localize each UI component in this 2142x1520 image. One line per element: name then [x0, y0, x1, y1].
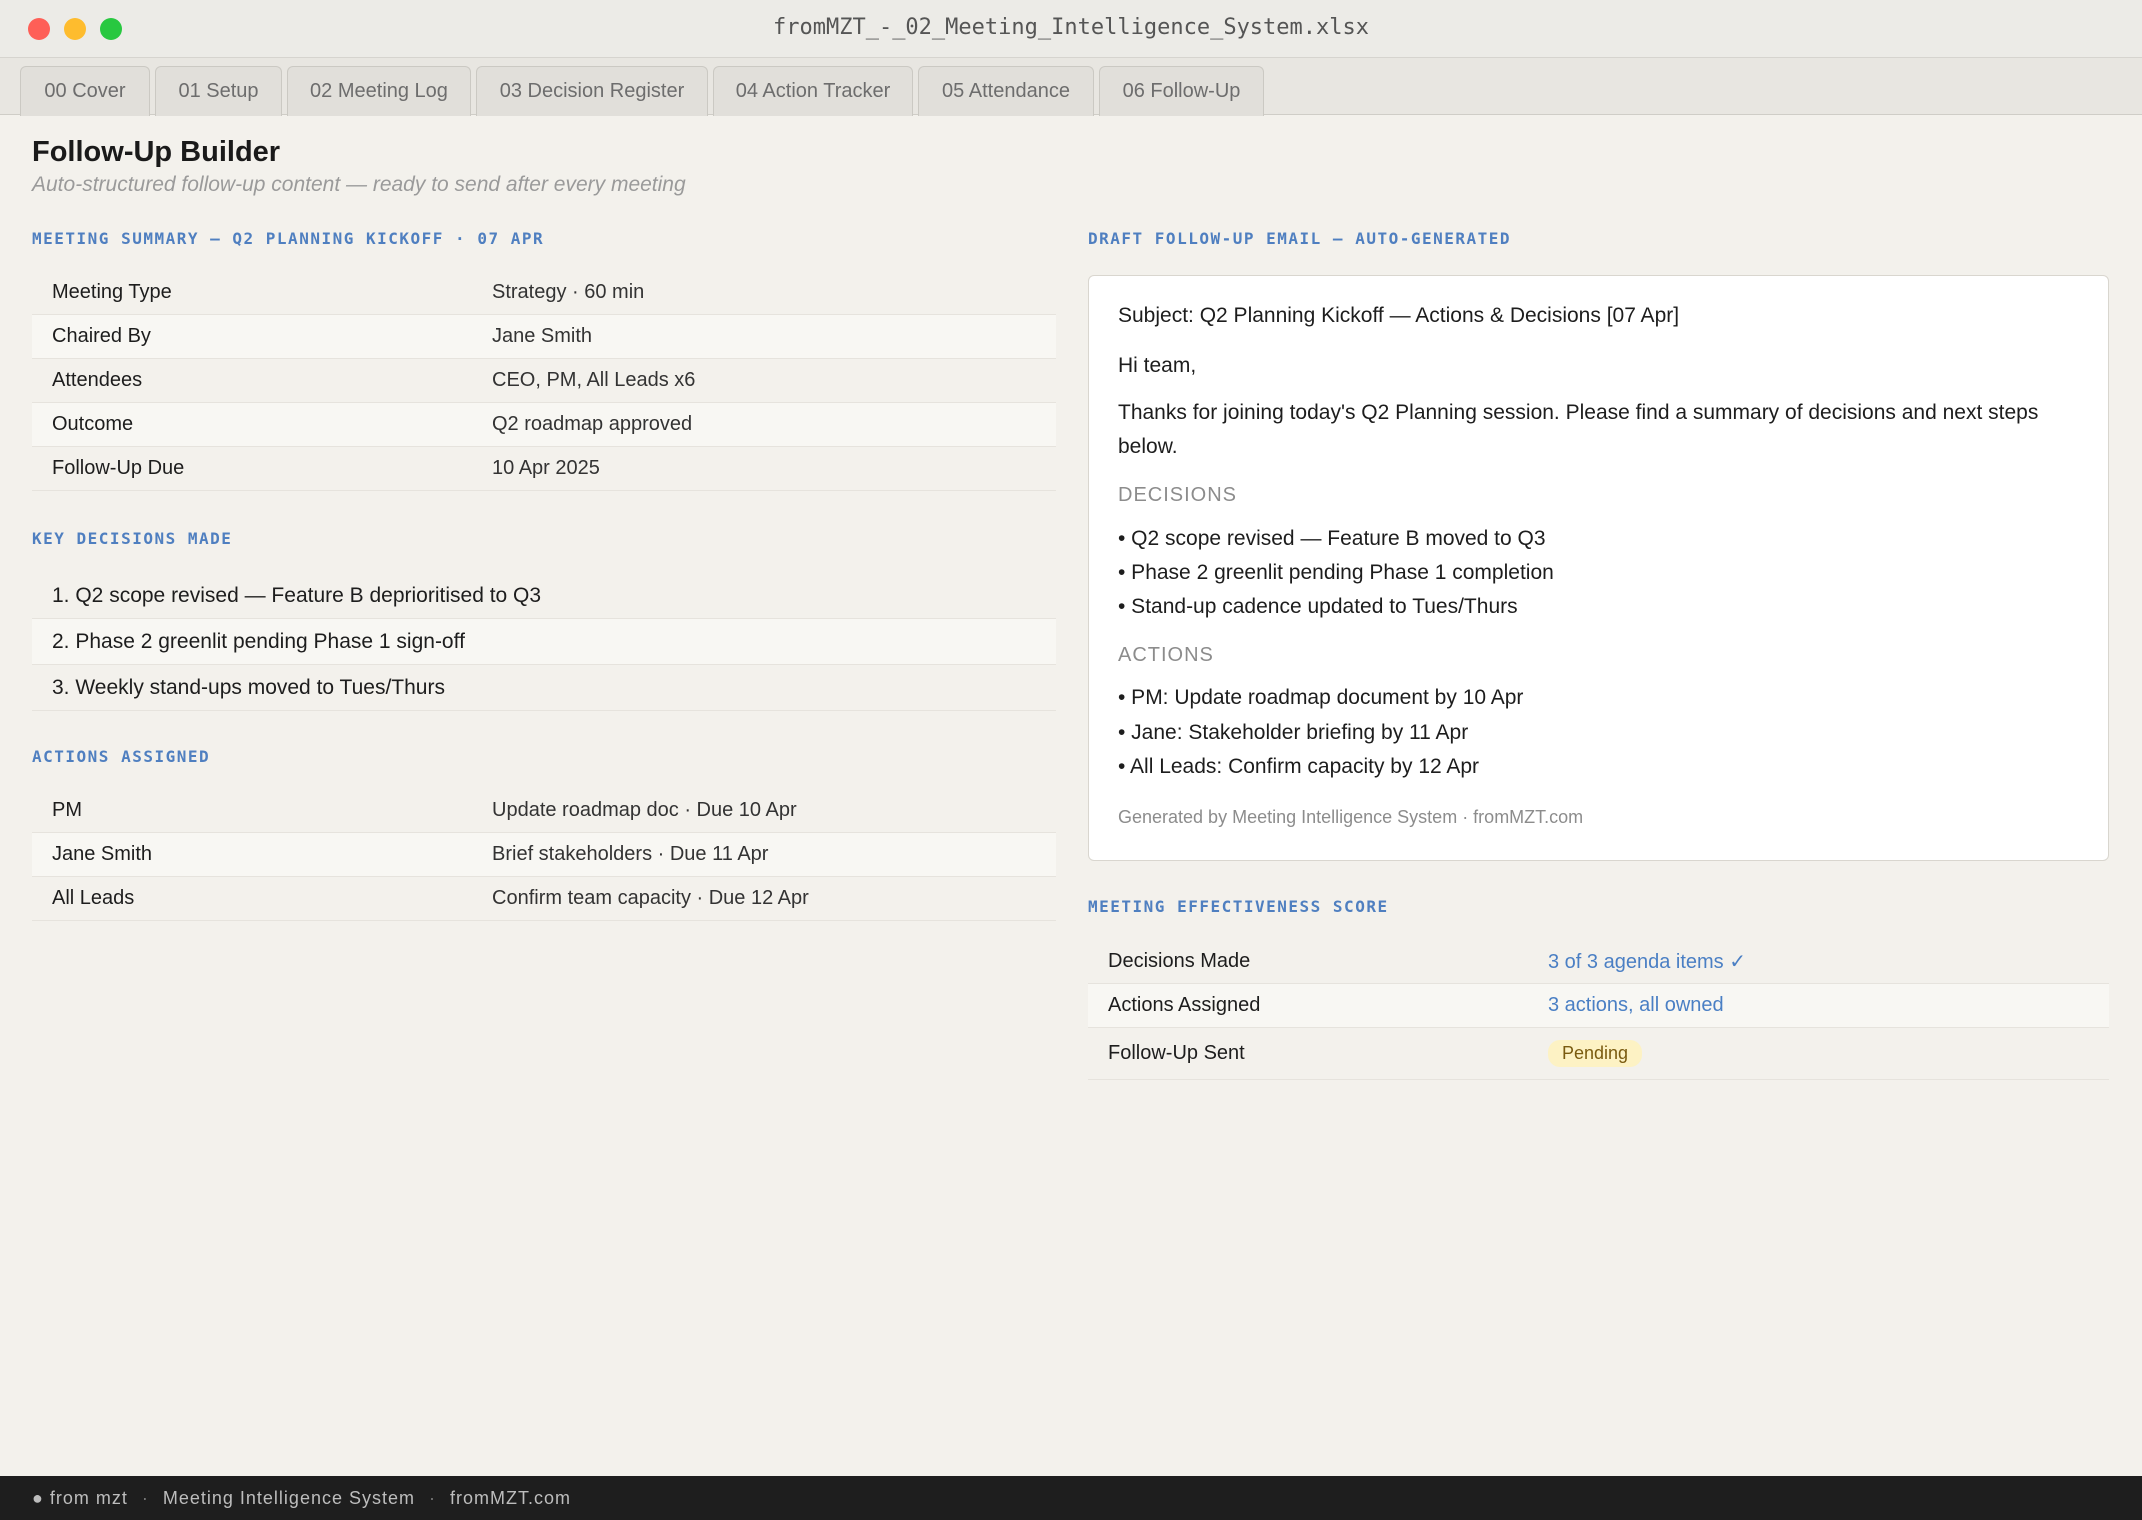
actions-assigned-heading: ACTIONS ASSIGNED	[32, 747, 211, 766]
row-label: Chaired By	[52, 325, 151, 347]
actions-assigned-table: PM Update roadmap doc · Due 10 Apr Jane …	[32, 789, 1056, 921]
row-label: Attendees	[52, 369, 143, 391]
row-value: Q2 roadmap approved	[492, 413, 693, 435]
list-item: 2. Phase 2 greenlit pending Phase 1 sign…	[32, 619, 1056, 665]
title-bar: fromMZT_-_02_Meeting_Intelligence_System…	[0, 0, 2142, 58]
email-actions-label: ACTIONS	[1118, 644, 1214, 666]
sheet-tab-bar: 00 Cover 01 Setup 02 Meeting Log 03 Deci…	[0, 58, 2142, 116]
draft-email-card[interactable]: Subject: Q2 Planning Kickoff — Actions &…	[1088, 275, 2109, 861]
row-value: CEO, PM, All Leads x6	[492, 369, 696, 391]
email-decisions-label: DECISIONS	[1118, 484, 1238, 506]
table-row: Outcome Q2 roadmap approved	[32, 403, 1056, 447]
email-decision-item: • Q2 scope revised — Feature B moved to …	[1118, 527, 1546, 550]
footer-brand: from mzt	[49, 1487, 128, 1508]
page-subtitle: Auto-structured follow-up content — read…	[32, 173, 686, 196]
email-decision-item: • Phase 2 greenlit pending Phase 1 compl…	[1118, 561, 1554, 584]
email-action-item: • PM: Update roadmap document by 10 Apr	[1118, 686, 1524, 709]
row-value: 3 of 3 agenda items ✓	[1548, 951, 1746, 973]
effectiveness-score-heading: MEETING EFFECTIVENESS SCORE	[1088, 897, 1389, 916]
table-row: Follow-Up Due 10 Apr 2025	[32, 447, 1056, 491]
list-item: 1. Q2 scope revised — Feature B depriori…	[32, 573, 1056, 619]
row-label: All Leads	[52, 887, 135, 909]
table-row: Chaired By Jane Smith	[32, 315, 1056, 359]
row-value: Jane Smith	[492, 325, 593, 347]
row-value: Update roadmap doc · Due 10 Apr	[492, 799, 797, 821]
window-title: fromMZT_-_02_Meeting_Intelligence_System…	[772, 15, 1370, 40]
meeting-summary-table: Meeting Type Strategy · 60 min Chaired B…	[32, 271, 1056, 491]
table-row: PM Update roadmap doc · Due 10 Apr	[32, 789, 1056, 833]
table-row: All Leads Confirm team capacity · Due 12…	[32, 877, 1056, 921]
meeting-summary-heading: MEETING SUMMARY — Q2 PLANNING KICKOFF · …	[32, 229, 545, 248]
status-badge: Pending	[1548, 1040, 1643, 1067]
email-greeting: Hi team,	[1118, 354, 1197, 377]
tab-04-action-tracker[interactable]: 04 Action Tracker	[713, 66, 913, 116]
row-label: Decisions Made	[1108, 950, 1251, 972]
email-body: Thanks for joining today's Q2 Planning s…	[1118, 401, 2039, 458]
draft-email-heading: DRAFT FOLLOW-UP EMAIL — AUTO-GENERATED	[1088, 229, 1512, 248]
key-decisions-heading: KEY DECISIONS MADE	[32, 529, 233, 548]
email-action-item: • Jane: Stakeholder briefing by 11 Apr	[1118, 721, 1469, 744]
tab-00-cover[interactable]: 00 Cover	[20, 66, 150, 116]
row-label: Outcome	[52, 413, 134, 435]
row-value: Brief stakeholders · Due 11 Apr	[492, 843, 769, 865]
email-action-item: • All Leads: Confirm capacity by 12 Apr	[1118, 755, 1480, 778]
key-decisions-list: 1. Q2 scope revised — Feature B depriori…	[32, 573, 1056, 711]
row-value: 3 actions, all owned	[1548, 994, 1724, 1016]
separator: ·	[141, 1487, 149, 1508]
separator: ·	[429, 1487, 436, 1508]
row-value: 10 Apr 2025	[492, 457, 600, 479]
row-value: Strategy · 60 min	[492, 281, 645, 303]
table-row: Meeting Type Strategy · 60 min	[32, 271, 1056, 315]
tab-02-meeting-log[interactable]: 02 Meeting Log	[287, 66, 471, 116]
email-subject: Subject: Q2 Planning Kickoff — Actions &…	[1118, 304, 1680, 327]
footer-bar: ● from mzt · Meeting Intelligence System…	[0, 1476, 2142, 1520]
table-row: Actions Assigned 3 actions, all owned	[1088, 984, 2109, 1028]
effectiveness-score-table: Decisions Made 3 of 3 agenda items ✓ Act…	[1088, 940, 2109, 1080]
table-row: Decisions Made 3 of 3 agenda items ✓	[1088, 940, 2109, 984]
list-item: 3. Weekly stand-ups moved to Tues/Thurs	[32, 665, 1056, 711]
row-label: Follow-Up Sent	[1108, 1042, 1245, 1064]
tab-03-decision-register[interactable]: 03 Decision Register	[476, 66, 708, 116]
dot-icon: ●	[32, 1487, 44, 1508]
email-decision-item: • Stand-up cadence updated to Tues/Thurs	[1118, 595, 1518, 618]
row-label: Follow-Up Due	[52, 457, 185, 479]
table-row: Attendees CEO, PM, All Leads x6	[32, 359, 1056, 403]
row-label: Meeting Type	[52, 281, 172, 303]
row-label: PM	[52, 799, 82, 821]
tab-06-follow-up[interactable]: 06 Follow-Up	[1099, 66, 1264, 116]
page-title: Follow-Up Builder	[32, 136, 281, 168]
tab-01-setup[interactable]: 01 Setup	[155, 66, 282, 116]
table-row: Follow-Up Sent Pending	[1088, 1028, 2109, 1080]
footer-site[interactable]: fromMZT.com	[450, 1488, 571, 1509]
tab-05-attendance[interactable]: 05 Attendance	[918, 66, 1094, 116]
row-value: Confirm team capacity · Due 12 Apr	[492, 887, 809, 909]
row-label: Jane Smith	[52, 843, 153, 865]
row-label: Actions Assigned	[1108, 994, 1261, 1016]
footer-product: Meeting Intelligence System	[162, 1487, 415, 1508]
email-footer: Generated by Meeting Intelligence System…	[1118, 807, 1584, 827]
table-row: Jane Smith Brief stakeholders · Due 11 A…	[32, 833, 1056, 877]
